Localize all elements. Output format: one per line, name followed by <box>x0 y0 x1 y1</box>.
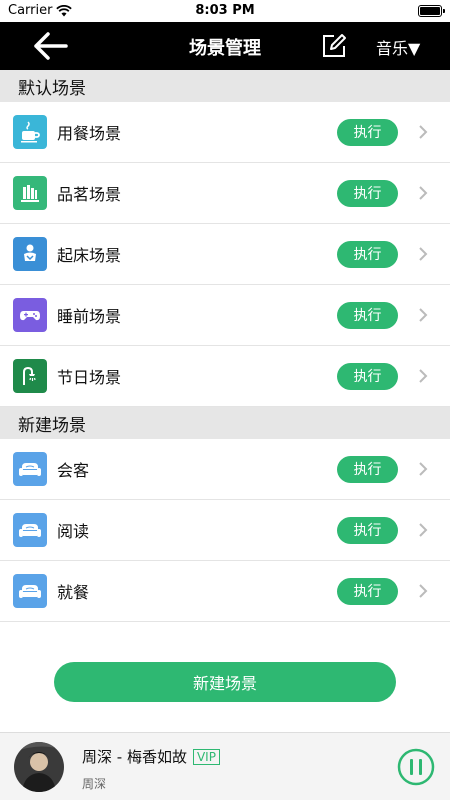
sofa-icon <box>13 574 47 608</box>
album-art[interactable] <box>14 742 64 792</box>
chevron-right-icon <box>419 584 428 598</box>
gamepad-icon <box>13 298 47 332</box>
new-scene-button[interactable]: 新建场景 <box>54 662 396 702</box>
song-title: 周深 - 梅香如故 <box>82 748 187 766</box>
scene-label: 起床场景 <box>57 246 122 265</box>
edit-icon[interactable] <box>320 32 348 60</box>
scene-row-meal[interactable]: 就餐 执行 <box>0 561 450 622</box>
execute-button[interactable]: 执行 <box>337 577 398 605</box>
books-icon <box>13 176 47 210</box>
baby-icon <box>13 237 47 271</box>
chevron-right-icon <box>419 523 428 537</box>
scene-label: 就餐 <box>57 583 90 602</box>
execute-button[interactable]: 执行 <box>337 240 398 268</box>
scene-row-guest[interactable]: 会客 执行 <box>0 439 450 500</box>
chevron-right-icon <box>419 247 428 261</box>
vip-badge: VIP <box>192 748 220 765</box>
execute-button[interactable]: 执行 <box>337 179 398 207</box>
section-header-default: 默认场景 <box>0 70 450 102</box>
execute-button[interactable]: 执行 <box>337 516 398 544</box>
execute-button[interactable]: 执行 <box>337 118 398 146</box>
shower-icon <box>13 359 47 393</box>
scene-row-reading[interactable]: 阅读 执行 <box>0 500 450 561</box>
music-dropdown[interactable]: 音乐▼ <box>376 35 420 59</box>
scene-label: 睡前场景 <box>57 307 122 326</box>
scene-label: 阅读 <box>57 522 90 541</box>
chevron-right-icon <box>419 125 428 139</box>
section-header-custom: 新建场景 <box>0 407 450 439</box>
clock: 8:03 PM <box>195 3 255 18</box>
nav-bar: 场景管理 音乐▼ <box>0 22 450 70</box>
scene-row-wakeup[interactable]: 起床场景 执行 <box>0 224 450 285</box>
execute-button[interactable]: 执行 <box>337 362 398 390</box>
scene-label: 品茗场景 <box>57 185 122 204</box>
scene-label: 用餐场景 <box>57 124 122 143</box>
pause-icon[interactable] <box>397 748 435 786</box>
execute-button[interactable]: 执行 <box>337 455 398 483</box>
chevron-right-icon <box>419 462 428 476</box>
scene-row-holiday[interactable]: 节日场景 执行 <box>0 346 450 407</box>
status-bar: Carrier 8:03 PM <box>0 0 450 22</box>
scene-row-bedtime[interactable]: 睡前场景 执行 <box>0 285 450 346</box>
artist-name: 周深 <box>82 777 107 791</box>
battery-icon <box>418 5 445 17</box>
scene-label: 节日场景 <box>57 368 122 387</box>
mini-player[interactable]: 周深 - 梅香如故 VIP 周深 <box>0 732 450 800</box>
scene-label: 会客 <box>57 461 90 480</box>
chevron-right-icon <box>419 308 428 322</box>
sofa-icon <box>13 513 47 547</box>
coffee-cup-icon <box>13 115 47 149</box>
scene-row-dining[interactable]: 用餐场景 执行 <box>0 102 450 163</box>
chevron-right-icon <box>419 186 428 200</box>
scene-row-tea[interactable]: 品茗场景 执行 <box>0 163 450 224</box>
execute-button[interactable]: 执行 <box>337 301 398 329</box>
chevron-right-icon <box>419 369 428 383</box>
sofa-icon <box>13 452 47 486</box>
